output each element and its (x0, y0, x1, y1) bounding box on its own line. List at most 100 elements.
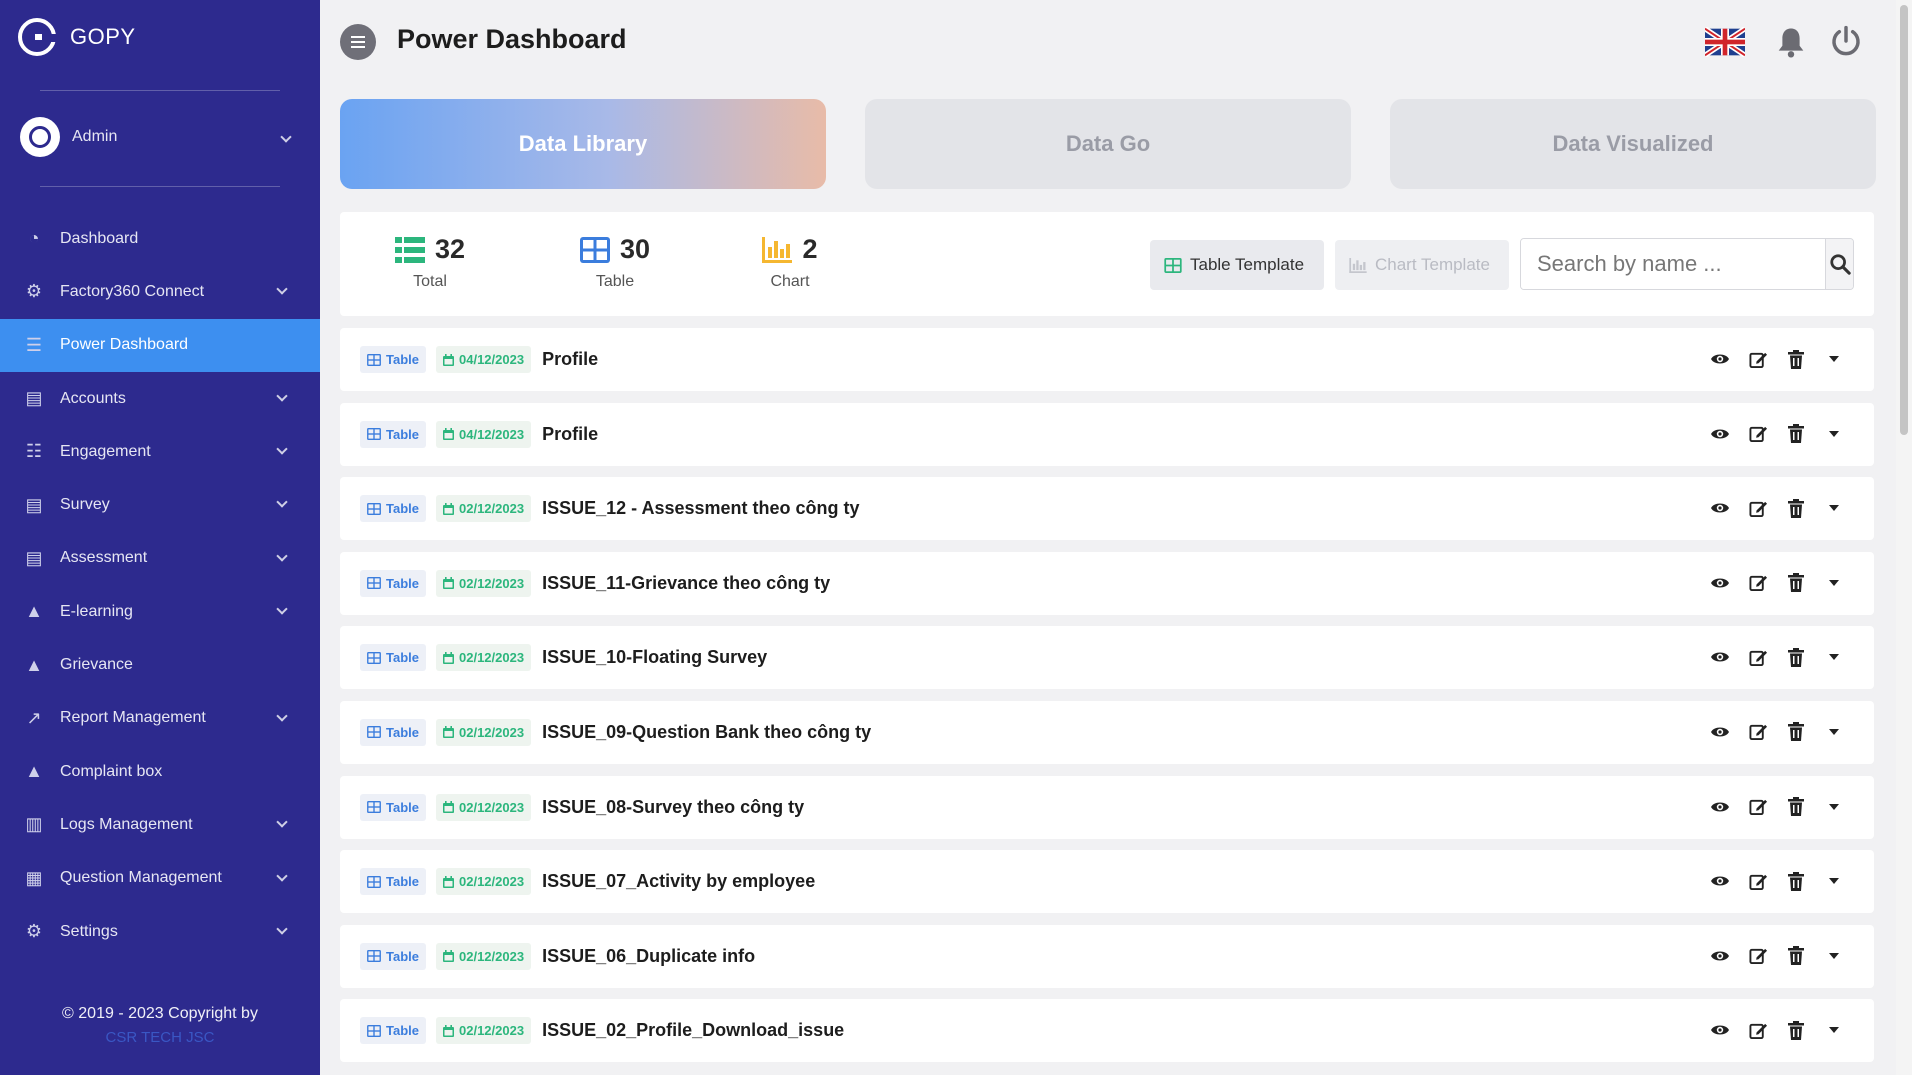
list-item[interactable]: Table 02/12/2023 ISSUE_06_Duplicate info (340, 924, 1874, 988)
item-title[interactable]: ISSUE_06_Duplicate info (542, 946, 755, 967)
menu-toggle-button[interactable] (340, 24, 376, 60)
eye-icon[interactable] (1710, 572, 1730, 594)
edit-icon[interactable] (1748, 796, 1768, 818)
list-item[interactable]: Table 02/12/2023 ISSUE_11-Grievance theo c… (340, 551, 1874, 615)
scrollbar-thumb[interactable] (1900, 5, 1908, 435)
company-link[interactable]: CSR TECH JSC (0, 1029, 320, 1046)
edit-icon[interactable] (1748, 945, 1768, 967)
item-title[interactable]: Profile (542, 424, 598, 445)
sidebar-item-report-management[interactable]: ↗ Report Management (0, 692, 320, 745)
list-item[interactable]: Table 02/12/2023 ISSUE_02_Profile_Download… (340, 999, 1874, 1063)
sidebar-item-factory360-connect[interactable]: ⚙ Factory360 Connect (0, 265, 320, 318)
eye-icon[interactable] (1710, 796, 1730, 818)
trash-icon[interactable] (1786, 497, 1806, 519)
caret-down-icon[interactable] (1824, 1019, 1844, 1041)
caret-down-icon[interactable] (1824, 796, 1844, 818)
trash-icon[interactable] (1786, 572, 1806, 594)
list-item[interactable]: Table 04/12/2023 Profile (340, 402, 1874, 466)
caret-down-icon[interactable] (1824, 423, 1844, 445)
power-icon[interactable] (1830, 25, 1862, 57)
edit-icon[interactable] (1748, 348, 1768, 370)
edit-icon[interactable] (1748, 572, 1768, 594)
trash-icon[interactable] (1786, 1019, 1806, 1041)
list-item[interactable]: Table 02/12/2023 ISSUE_12 - Assessment the… (340, 477, 1874, 541)
trash-icon[interactable] (1786, 796, 1806, 818)
list-item[interactable]: Table 02/12/2023 ISSUE_10-Floating Survey (340, 626, 1874, 690)
logo[interactable]: GOPY (18, 18, 136, 56)
sidebar-item-settings[interactable]: ⚙ Settings (0, 905, 320, 958)
tab-data-go[interactable]: Data Go (865, 99, 1351, 189)
trash-icon[interactable] (1786, 423, 1806, 445)
caret-down-icon[interactable] (1824, 945, 1844, 967)
scrollbar[interactable] (1896, 0, 1912, 1075)
trash-icon[interactable] (1786, 721, 1806, 743)
item-title[interactable]: ISSUE_07_Activity by employee (542, 871, 815, 892)
sidebar-item-grievance[interactable]: ▲ Grievance (0, 638, 320, 691)
trash-icon[interactable] (1786, 348, 1806, 370)
caret-down-icon[interactable] (1824, 721, 1844, 743)
item-title[interactable]: ISSUE_02_Profile_Download_issue (542, 1020, 844, 1041)
list-item[interactable]: Table 04/12/2023 Profile (340, 328, 1874, 391)
sidebar-item-e-learning[interactable]: ▲ E-learning (0, 585, 320, 638)
sidebar-item-logs-management[interactable]: ▥ Logs Management (0, 798, 320, 851)
date-badge: 02/12/2023 (436, 495, 532, 523)
sidebar-item-label: Complaint box (60, 762, 163, 780)
page-title: Power Dashboard (397, 24, 627, 54)
sidebar-item-question-management[interactable]: ▦ Question Management (0, 852, 320, 905)
date-badge: 04/12/2023 (436, 346, 532, 373)
sidebar-item-survey[interactable]: ▤ Survey (0, 478, 320, 531)
item-title[interactable]: ISSUE_09-Question Bank theo công ty (542, 722, 871, 743)
edit-icon[interactable] (1748, 1019, 1768, 1041)
eye-icon[interactable] (1710, 721, 1730, 743)
eye-icon[interactable] (1710, 945, 1730, 967)
item-title[interactable]: ISSUE_08-Survey theo công ty (542, 797, 804, 818)
table-template-button[interactable]: Table Template (1150, 240, 1324, 290)
search-button[interactable] (1825, 239, 1853, 289)
uk-flag-icon[interactable] (1705, 27, 1745, 57)
item-title[interactable]: ISSUE_11-Grievance theo công ty (542, 573, 830, 594)
tab-data-library[interactable]: Data Library (340, 99, 826, 189)
eye-icon[interactable] (1710, 423, 1730, 445)
sidebar-item-dashboard[interactable]: ◔ Dashboard (0, 212, 320, 265)
item-title[interactable]: Profile (542, 349, 598, 370)
eye-icon[interactable] (1710, 348, 1730, 370)
user-menu[interactable]: Admin (20, 117, 300, 157)
edit-icon[interactable] (1748, 646, 1768, 668)
type-badge-label: Table (386, 948, 419, 964)
edit-icon[interactable] (1748, 870, 1768, 892)
sidebar-item-accounts[interactable]: ▤ Accounts (0, 372, 320, 425)
caret-down-icon[interactable] (1824, 870, 1844, 892)
stat-total-label: Total (413, 273, 447, 290)
edit-icon[interactable] (1748, 497, 1768, 519)
bell-icon[interactable] (1776, 26, 1806, 58)
eye-icon[interactable] (1710, 497, 1730, 519)
caret-down-icon[interactable] (1824, 348, 1844, 370)
trash-icon[interactable] (1786, 646, 1806, 668)
caret-down-icon[interactable] (1824, 646, 1844, 668)
date-badge: 02/12/2023 (436, 942, 532, 970)
trash-icon[interactable] (1786, 945, 1806, 967)
caret-down-icon[interactable] (1824, 572, 1844, 594)
sidebar-item-complaint-box[interactable]: ▲ Complaint box (0, 745, 320, 798)
trash-icon[interactable] (1786, 870, 1806, 892)
item-title[interactable]: ISSUE_10-Floating Survey (542, 647, 767, 668)
eye-icon[interactable] (1710, 870, 1730, 892)
chevron-down-icon (276, 550, 288, 562)
list-item[interactable]: Table 02/12/2023 ISSUE_07_Activity by empl… (340, 850, 1874, 914)
sidebar-item-power-dashboard[interactable]: ☰ Power Dashboard (0, 318, 320, 372)
eye-icon[interactable] (1710, 646, 1730, 668)
search-input[interactable] (1521, 239, 1825, 289)
eye-icon[interactable] (1710, 1019, 1730, 1041)
caret-down-icon[interactable] (1824, 497, 1844, 519)
table-icon (367, 428, 381, 441)
list-item[interactable]: Table 02/12/2023 ISSUE_09-Question Bank th… (340, 700, 1874, 764)
chart-template-button[interactable]: Chart Template (1335, 240, 1509, 290)
item-title[interactable]: ISSUE_12 - Assessment theo công ty (542, 498, 859, 519)
edit-icon[interactable] (1748, 721, 1768, 743)
sidebar-item-engagement[interactable]: ☷ Engagement (0, 425, 320, 478)
chevron-down-icon (276, 816, 288, 828)
edit-icon[interactable] (1748, 423, 1768, 445)
list-item[interactable]: Table 02/12/2023 ISSUE_08-Survey theo công… (340, 775, 1874, 839)
sidebar-item-assessment[interactable]: ▤ Assessment (0, 532, 320, 585)
tab-data-visualized[interactable]: Data Visualized (1390, 99, 1876, 189)
